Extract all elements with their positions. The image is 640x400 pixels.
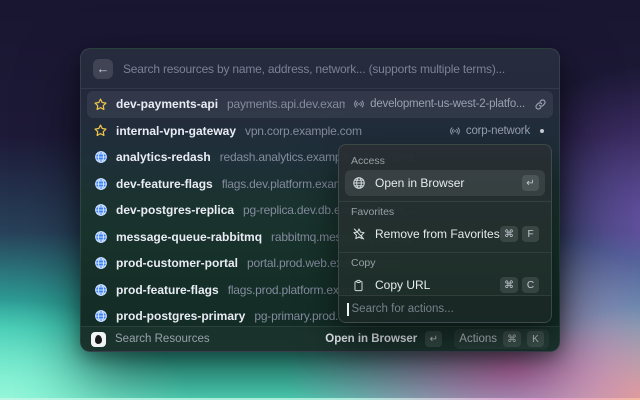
network-name: corp-network — [465, 124, 530, 137]
menu-item-label: Remove from Favorites — [375, 227, 500, 241]
back-button[interactable]: ← — [93, 58, 113, 79]
resource-name: prod-customer-portal — [116, 256, 239, 271]
favorite-star-icon — [93, 123, 108, 138]
app-label: Search Resources — [115, 333, 210, 345]
resource-name: internal-vpn-gateway — [116, 123, 237, 138]
web-resource-icon — [93, 309, 108, 324]
menu-item-label: Copy URL — [375, 278, 431, 292]
favorite-star-icon — [93, 97, 108, 112]
search-bar: ← — [81, 49, 559, 89]
network-tag: corp-network — [449, 125, 530, 137]
network-tag: development-us-west-2-platfo... — [353, 98, 525, 110]
menu-item-shortcut: ⌘ C — [500, 277, 539, 293]
open-in-browser-icon — [351, 176, 366, 191]
broadcast-icon — [354, 100, 364, 108]
status-bar: Search Resources Open in Browser ↵ Actio… — [81, 326, 559, 351]
resource-name: dev-postgres-replica — [116, 203, 235, 218]
menu-item[interactable]: Copy URL ⌘ C — [345, 272, 545, 295]
menu-section-title: Access — [351, 155, 385, 167]
menu-section-title: Favorites — [351, 206, 395, 218]
return-key-badge: ↵ — [425, 331, 443, 347]
menu-item[interactable]: Remove from Favorites ⌘ F — [345, 221, 545, 247]
remove-favorite-icon — [351, 227, 366, 242]
shortcut-key-badge: ⌘ — [500, 277, 518, 293]
arrow-left-icon: ← — [96, 61, 110, 76]
link-icon[interactable] — [534, 98, 547, 111]
resource-name: prod-postgres-primary — [116, 309, 246, 324]
app-logo-icon — [91, 331, 106, 347]
actions-menu: Access Open in Browser ↵ Favorites Remov… — [338, 144, 552, 323]
resource-name: dev-feature-flags — [116, 176, 213, 191]
resource-address: vpn.corp.example.com — [245, 123, 362, 138]
actions-search-bar — [339, 295, 551, 322]
menu-item[interactable]: Open in Browser ↵ — [345, 170, 545, 196]
resource-address: payments.api.dev.example.com → dev-paym.… — [227, 97, 346, 112]
status-dot — [540, 128, 544, 133]
actions-search-input[interactable] — [351, 303, 543, 315]
shortcut-key-badge: C — [522, 277, 539, 293]
command-key-badge: ⌘ — [503, 331, 521, 347]
resource-row[interactable]: internal-vpn-gateway vpn.corp.example.co… — [87, 118, 553, 145]
resource-name: analytics-redash — [116, 150, 211, 165]
web-resource-icon — [93, 176, 108, 191]
k-key-badge: K — [527, 331, 544, 347]
menu-section: Favorites Remove from Favorites ⌘ F — [339, 201, 551, 252]
resource-name: prod-feature-flags — [116, 282, 219, 297]
text-cursor — [347, 302, 349, 316]
network-name: development-us-west-2-platfo... — [370, 98, 525, 111]
open-in-browser-action[interactable]: Open in Browser — [325, 333, 417, 345]
shortcut-key-badge: ↵ — [522, 175, 539, 191]
web-resource-icon — [93, 203, 108, 218]
resource-row[interactable]: dev-payments-api payments.api.dev.exampl… — [87, 91, 553, 118]
menu-item-shortcut: ↵ — [522, 175, 539, 191]
actions-menu-content: Access Open in Browser ↵ Favorites Remov… — [339, 145, 551, 295]
menu-item-shortcut: ⌘ F — [500, 226, 539, 242]
web-resource-icon — [93, 229, 108, 244]
broadcast-icon — [450, 127, 460, 135]
web-resource-icon — [93, 282, 108, 297]
menu-section: Access Open in Browser ↵ — [339, 151, 551, 201]
resource-name: dev-payments-api — [116, 97, 219, 112]
menu-section-title: Copy — [351, 257, 376, 269]
shortcut-key-badge: F — [522, 226, 539, 242]
menu-item-label: Open in Browser — [375, 176, 465, 190]
web-resource-icon — [93, 256, 108, 271]
web-resource-icon — [93, 150, 108, 165]
menu-section: Copy Copy URL ⌘ C — [339, 252, 551, 295]
shortcut-key-badge: ⌘ — [500, 226, 518, 242]
copy-icon — [351, 278, 366, 293]
resource-name: message-queue-rabbitmq — [116, 229, 263, 244]
actions-label: Actions — [459, 333, 497, 345]
search-input[interactable] — [123, 61, 547, 76]
actions-button[interactable]: Actions ⌘ K — [454, 329, 549, 349]
